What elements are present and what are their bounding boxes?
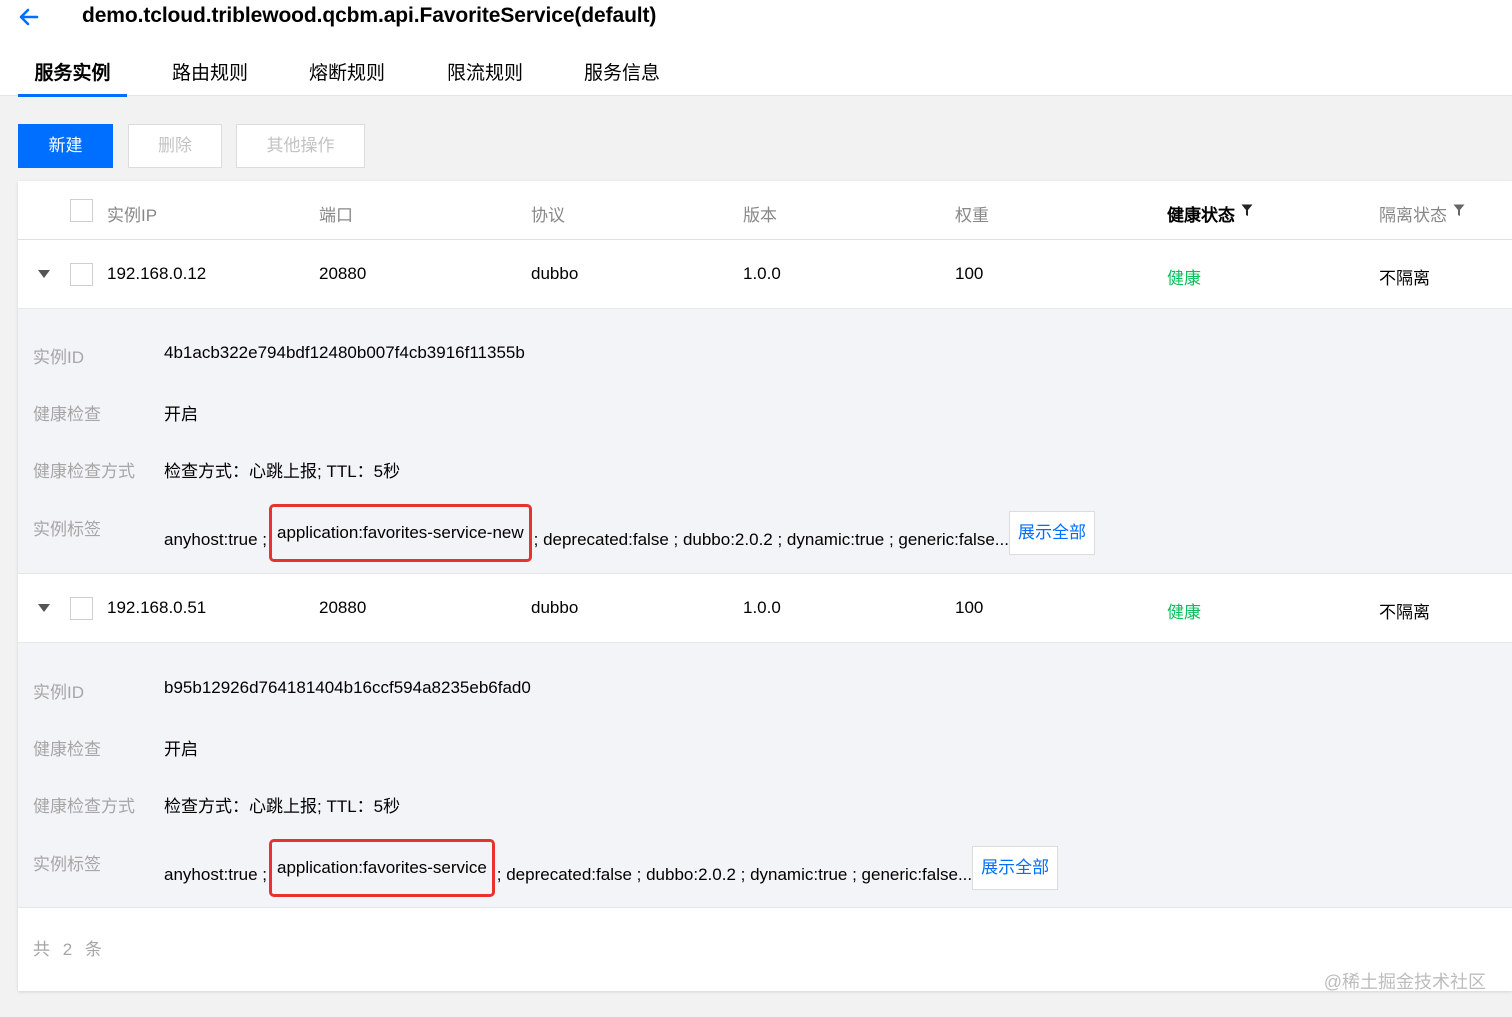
health-check-label: 健康检查 (33, 405, 101, 424)
tab-circuit-breaker-rules[interactable]: 熔断规则 (307, 52, 387, 96)
watermark: @稀土掘金技术社区 (1323, 972, 1486, 992)
health-check-value: 开启 (164, 405, 198, 424)
table-row[interactable]: 192.168.0.51 20880 dubbo 1.0.0 100 健康 不隔… (18, 574, 1512, 643)
health-status: 健康 (1167, 269, 1201, 288)
instance-table: 实例IP 端口 协议 版本 权重 健康状态 隔离状态 192.168.0.12 … (18, 181, 1512, 991)
instance-id-value: 4b1acb322e794bdf12480b007f4cb3916f11355b (164, 343, 525, 362)
instance-protocol: dubbo (531, 264, 579, 283)
instance-version: 1.0.0 (743, 264, 781, 283)
health-check-mode-value: 检查方式：心跳上报; TTL：5秒 (164, 797, 401, 816)
instance-tags-label: 实例标签 (33, 520, 101, 539)
instance-ip: 192.168.0.51 (107, 598, 207, 617)
tab-service-info[interactable]: 服务信息 (582, 52, 662, 96)
instance-weight: 100 (955, 598, 984, 617)
highlighted-tag: application:favorites-service-new (269, 504, 532, 562)
show-all-button[interactable]: 展示全部 (972, 846, 1059, 890)
delete-button[interactable]: 删除 (128, 124, 222, 168)
total-count: 共 2 条 (33, 940, 106, 959)
instance-protocol: dubbo (531, 598, 579, 617)
instance-id-label: 实例ID (33, 348, 84, 367)
instance-tags: anyhost:true ; application:favorites-serv… (164, 504, 1095, 562)
show-all-button[interactable]: 展示全部 (1008, 511, 1095, 555)
active-tab-indicator (18, 94, 127, 97)
tab-routing-rules[interactable]: 路由规则 (170, 52, 250, 96)
filter-icon[interactable] (1453, 202, 1465, 216)
health-check-value: 开启 (164, 740, 198, 759)
new-button[interactable]: 新建 (18, 124, 113, 168)
column-header-protocol: 协议 (531, 206, 565, 225)
table-footer: 共 2 条 (18, 909, 1512, 991)
select-all-checkbox[interactable] (70, 199, 93, 222)
instance-port: 20880 (319, 598, 367, 617)
health-check-mode-label: 健康检查方式 (33, 462, 135, 481)
instance-id-label: 实例ID (33, 683, 84, 702)
arrow-left-icon[interactable] (16, 4, 42, 30)
column-header-isolation-label: 隔离状态 (1379, 206, 1447, 225)
isolation-status: 不隔离 (1379, 603, 1430, 622)
health-check-mode-value: 检查方式：心跳上报; TTL：5秒 (164, 462, 401, 481)
row-checkbox[interactable] (70, 597, 93, 620)
table-row[interactable]: 192.168.0.12 20880 dubbo 1.0.0 100 健康 不隔… (18, 240, 1512, 309)
instance-ip: 192.168.0.12 (107, 264, 207, 283)
health-status: 健康 (1167, 603, 1201, 622)
tab-label: 服务实例 (34, 63, 111, 84)
isolation-status: 不隔离 (1379, 269, 1430, 288)
tag-text: ; deprecated:false ; dubbo:2.0.2 ; dynam… (496, 865, 973, 884)
highlighted-tag: application:favorites-service (269, 839, 495, 897)
top-bar: demo.tcloud.triblewood.qcbm.api.Favorite… (0, 0, 1512, 97)
row-checkbox[interactable] (70, 263, 93, 286)
tag-text: ; deprecated:false ; dubbo:2.0.2 ; dynam… (533, 530, 1009, 549)
collapse-arrow-icon[interactable] (38, 604, 50, 612)
tab-label: 路由规则 (171, 63, 248, 84)
page-title: demo.tcloud.triblewood.qcbm.api.Favorite… (82, 4, 657, 27)
tab-label: 熔断规则 (308, 63, 385, 84)
instance-tags-label: 实例标签 (33, 855, 101, 874)
tag-text: anyhost:true ; (164, 865, 268, 884)
instance-version: 1.0.0 (743, 598, 781, 617)
column-header-isolation[interactable]: 隔离状态 (1379, 201, 1465, 226)
health-check-label: 健康检查 (33, 740, 101, 759)
instance-weight: 100 (955, 264, 984, 283)
tab-label: 限流规则 (446, 63, 523, 84)
instance-id-value: b95b12926d764181404b16ccf594a8235eb6fad0 (164, 678, 531, 697)
column-header-version: 版本 (743, 206, 777, 225)
table-header: 实例IP 端口 协议 版本 权重 健康状态 隔离状态 (18, 181, 1512, 240)
instance-tags: anyhost:true ; application:favorites-serv… (164, 839, 1059, 897)
collapse-arrow-icon[interactable] (38, 270, 50, 278)
column-header-health-label: 健康状态 (1167, 206, 1235, 225)
column-header-ip: 实例IP (107, 206, 158, 225)
row-detail-panel: 实例ID 4b1acb322e794bdf12480b007f4cb3916f1… (18, 309, 1512, 574)
row-detail-panel: 实例ID b95b12926d764181404b16ccf594a8235eb… (18, 643, 1512, 908)
tab-rate-limit-rules[interactable]: 限流规则 (445, 52, 525, 96)
column-header-weight: 权重 (955, 206, 989, 225)
filter-icon[interactable] (1241, 202, 1253, 216)
more-actions-button[interactable]: 其他操作 (236, 124, 365, 168)
tab-service-instances[interactable]: 服务实例 (18, 52, 127, 97)
instance-port: 20880 (319, 264, 367, 283)
tag-text: anyhost:true ; (164, 530, 268, 549)
column-header-health[interactable]: 健康状态 (1167, 201, 1253, 226)
tab-label: 服务信息 (583, 63, 660, 84)
column-header-port: 端口 (319, 206, 353, 225)
health-check-mode-label: 健康检查方式 (33, 797, 135, 816)
